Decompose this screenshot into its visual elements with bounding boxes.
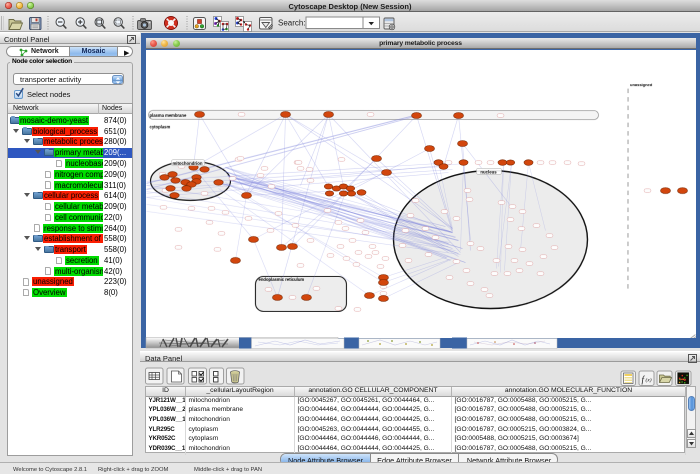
svg-text:Search:: Search:: [278, 19, 306, 28]
svg-text:nucleus: nucleus: [480, 169, 497, 174]
svg-text:(x): (x): [646, 377, 652, 384]
svg-text:endoplasmic reticulum: endoplasmic reticulum: [258, 276, 304, 281]
svg-text:mitochondrion: mitochondrion: [172, 160, 202, 165]
svg-text:cytoplasm: cytoplasm: [149, 124, 170, 129]
svg-text:plasma membrane: plasma membrane: [149, 112, 186, 117]
svg-text:unassigned: unassigned: [630, 82, 653, 87]
